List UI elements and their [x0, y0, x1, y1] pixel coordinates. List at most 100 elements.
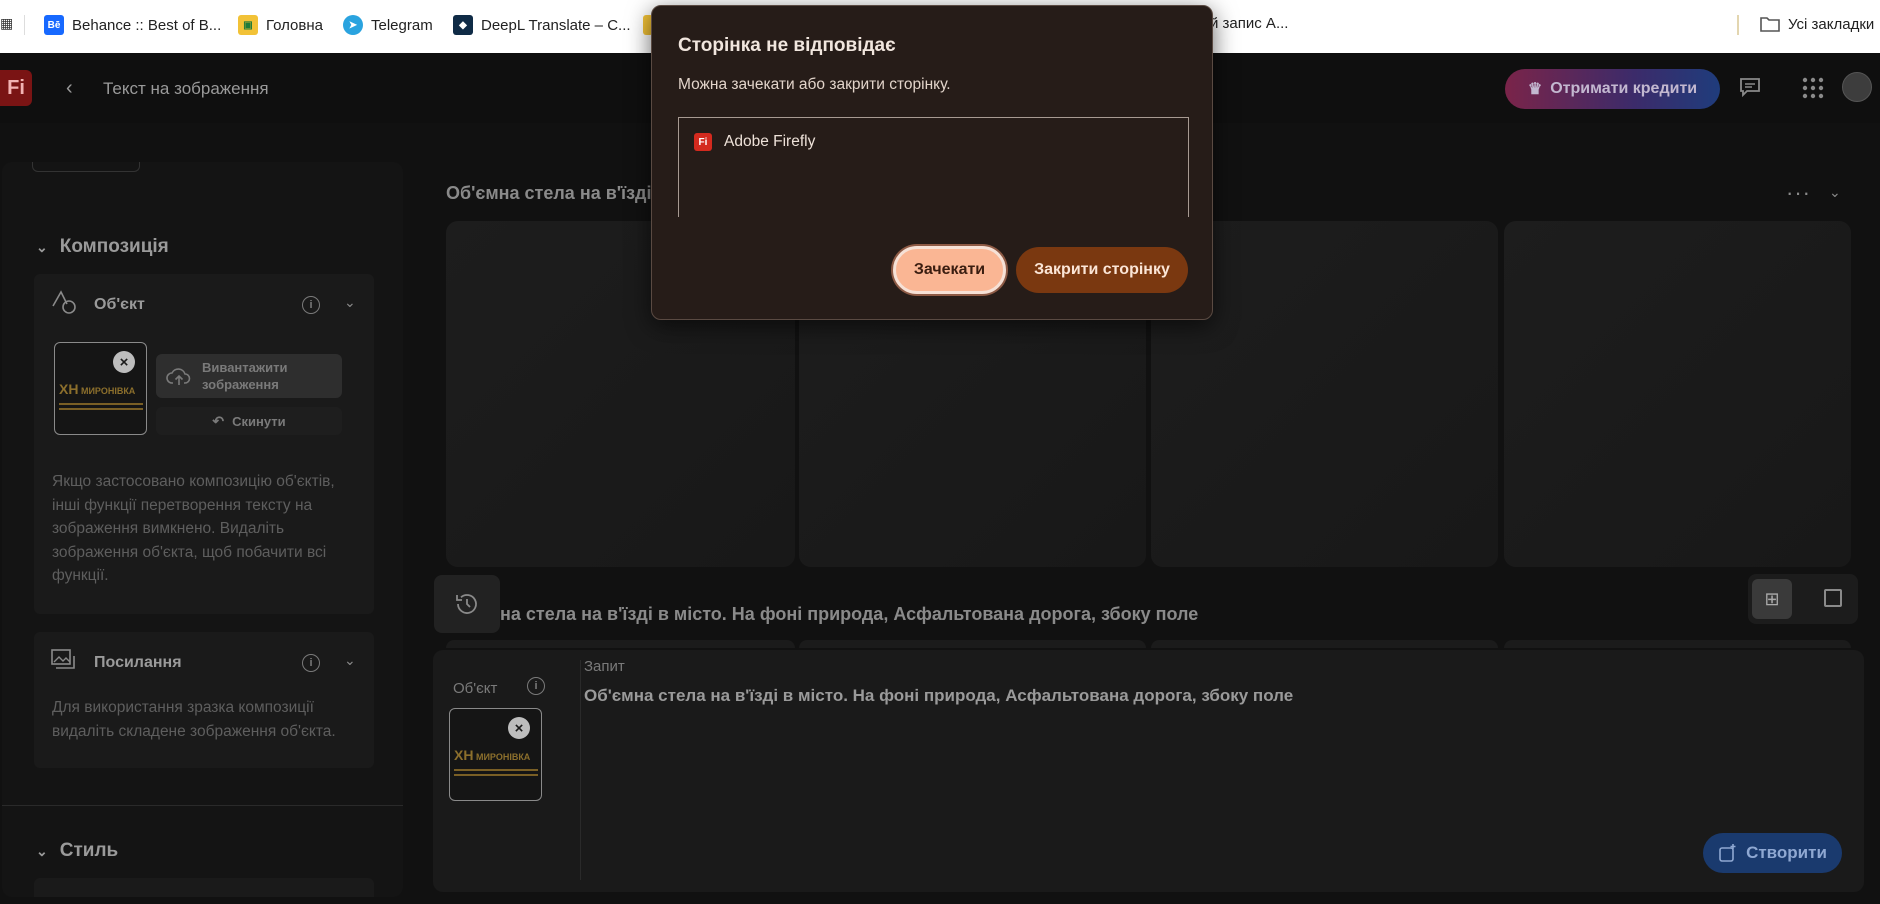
- image-placeholder[interactable]: [1504, 221, 1851, 567]
- generation-title-2: на стела на в'їзді в місто. На фоні прир…: [500, 604, 1199, 624]
- bookmark-label: Telegram: [371, 16, 433, 34]
- chevron-down-icon[interactable]: ⌄: [1829, 184, 1841, 201]
- classroom-icon: ▣: [238, 15, 258, 35]
- grid-view-icon[interactable]: ⊞: [1752, 579, 1792, 619]
- bookmark-label: й запис А...: [1210, 15, 1289, 32]
- apps-grid-icon[interactable]: [1802, 77, 1824, 105]
- style-card-stub: [34, 878, 374, 897]
- generation-title: Об'ємна стела на в'їзді в: [446, 183, 668, 203]
- apps-grid-icon[interactable]: ▦: [0, 15, 13, 32]
- telegram-icon: ➤: [343, 15, 363, 35]
- image-placeholder: [1504, 640, 1851, 648]
- info-icon[interactable]: i: [527, 677, 545, 695]
- behance-icon: Bē: [44, 15, 64, 35]
- thumbnail-logo: ХН МИРОНІВКА: [59, 381, 135, 397]
- reference-image-icon: [50, 648, 76, 676]
- prompt-input[interactable]: Об'ємна стела на в'їзді в місто. На фоні…: [584, 686, 1293, 706]
- remove-object-icon[interactable]: ×: [508, 717, 530, 739]
- dialog-message: Можна зачекати або закрити сторінку.: [678, 76, 951, 93]
- chevron-down-icon: ⌄: [36, 238, 48, 255]
- thumbnail-logo: ХН МИРОНІВКА: [454, 747, 530, 763]
- cloud-upload-icon: [166, 368, 191, 385]
- image-placeholder: [799, 640, 1146, 648]
- all-bookmarks-label: Усі закладки: [1788, 15, 1875, 33]
- object-label: Об'єкт: [453, 680, 498, 697]
- reference-card-note: Для використання зразка композиції видал…: [52, 699, 336, 740]
- prompt-panel: Об'єкт i ХН МИРОНІВКА × Запит Об'ємна ст…: [433, 650, 1864, 892]
- bookmark-label: Behance :: Best of B...: [72, 16, 222, 34]
- single-view-icon[interactable]: [1824, 589, 1842, 607]
- deepl-icon: ◆: [453, 15, 473, 35]
- chevron-down-icon: ⌄: [36, 842, 48, 859]
- object-card: Об'єкт i ⌄ ХН МИРОНІВКА × Вивантажити зо…: [34, 274, 374, 614]
- info-icon[interactable]: i: [302, 296, 320, 314]
- shapes-icon: [50, 288, 78, 320]
- screen: ▦ Bē Behance :: Best of B... ▣ Головна ➤…: [0, 0, 1880, 904]
- dialog-page-item[interactable]: Fi Adobe Firefly: [694, 133, 815, 151]
- reference-card-title: Посилання: [94, 654, 182, 671]
- reset-icon: ↶: [212, 412, 225, 429]
- chevron-down-icon[interactable]: ⌄: [344, 652, 356, 669]
- get-credits-label: Отримати кредити: [1550, 80, 1698, 97]
- view-toggle: ⊞: [1748, 574, 1858, 624]
- create-label: Створити: [1746, 843, 1827, 862]
- info-icon[interactable]: i: [302, 654, 320, 672]
- avatar[interactable]: [1842, 72, 1872, 102]
- section-divider: [2, 805, 403, 806]
- more-options-icon[interactable]: ···: [1786, 180, 1811, 206]
- bookmark-deepl[interactable]: ◆ DeepL Translate – С...: [453, 15, 631, 35]
- thumbnail-logo-text: МИРОНІВКА: [80, 386, 136, 396]
- thumbnail-line: [454, 769, 538, 771]
- back-chevron-icon[interactable]: ‹: [66, 77, 73, 100]
- dialog-page-label: Adobe Firefly: [724, 133, 816, 150]
- bookmark-partial-label[interactable]: й запис А...: [1210, 15, 1288, 32]
- bookmark-label: DeepL Translate – С...: [481, 16, 631, 34]
- style-heading: Стиль: [59, 840, 119, 861]
- generate-icon: [1719, 844, 1736, 862]
- crown-icon: ♛: [1527, 81, 1543, 98]
- chevron-down-icon[interactable]: ⌄: [344, 294, 356, 311]
- object-card-note: Якщо застосовано композицію об'єктів, ін…: [52, 473, 335, 584]
- feedback-icon[interactable]: [1739, 77, 1761, 103]
- get-credits-button[interactable]: ♛ Отримати кредити: [1505, 69, 1720, 109]
- create-button[interactable]: Створити: [1703, 833, 1842, 873]
- firefly-logo[interactable]: Fi: [0, 70, 32, 106]
- thumbnail-line: [59, 408, 143, 410]
- close-page-button[interactable]: Закрити сторінку: [1016, 247, 1188, 293]
- wait-button[interactable]: Зачекати: [893, 246, 1006, 294]
- prompt-divider: [580, 660, 581, 880]
- remove-object-icon[interactable]: ×: [113, 351, 135, 373]
- bookmark-home[interactable]: ▣ Головна: [238, 15, 323, 35]
- page-title: Текст на зображення: [103, 79, 269, 98]
- image-placeholder: [446, 640, 795, 648]
- object-thumbnail[interactable]: ХН МИРОНІВКА ×: [54, 342, 147, 435]
- thumbnail-logo-mark: ХН: [59, 381, 79, 397]
- folder-icon: [1760, 17, 1780, 32]
- thumbnail-logo-text: МИРОНІВКА: [475, 752, 531, 762]
- object-thumbnail[interactable]: ХН МИРОНІВКА ×: [449, 708, 542, 801]
- history-icon: [456, 594, 477, 614]
- reset-button[interactable]: ↶ Скинути: [156, 407, 342, 435]
- reference-card: Посилання i ⌄ Для використання зразка ко…: [34, 632, 374, 768]
- bookmark-separator: [24, 15, 25, 35]
- dialog-page-list: Fi Adobe Firefly: [678, 117, 1189, 217]
- upload-image-button[interactable]: Вивантажити зображення: [156, 354, 342, 398]
- style-section-header[interactable]: ⌄ Стиль: [36, 840, 118, 862]
- thumbnail-line: [454, 774, 538, 776]
- upload-image-label: Вивантажити зображення: [202, 360, 288, 392]
- history-button[interactable]: [434, 575, 500, 633]
- dialog-title: Сторінка не відповідає: [678, 35, 896, 56]
- composition-heading: Композиція: [59, 236, 169, 257]
- all-bookmarks[interactable]: Усі закладки: [1760, 15, 1874, 33]
- thumbnail-logo-mark: ХН: [454, 747, 474, 763]
- left-settings-panel: ⌄ Композиція Об'єкт i ⌄ ХН МИРОНІВКА × В…: [2, 162, 403, 897]
- image-placeholder: [1151, 640, 1498, 648]
- firefly-icon: Fi: [694, 133, 712, 151]
- reset-label: Скинути: [232, 413, 286, 429]
- bookmark-behance[interactable]: Bē Behance :: Best of B...: [44, 15, 221, 35]
- bookmark-separator: [1737, 15, 1739, 35]
- thumbnail-line: [59, 403, 143, 405]
- page-unresponsive-dialog: Сторінка не відповідає Можна зачекати аб…: [651, 5, 1213, 320]
- composition-section-header[interactable]: ⌄ Композиція: [36, 236, 169, 258]
- bookmark-telegram[interactable]: ➤ Telegram: [343, 15, 433, 35]
